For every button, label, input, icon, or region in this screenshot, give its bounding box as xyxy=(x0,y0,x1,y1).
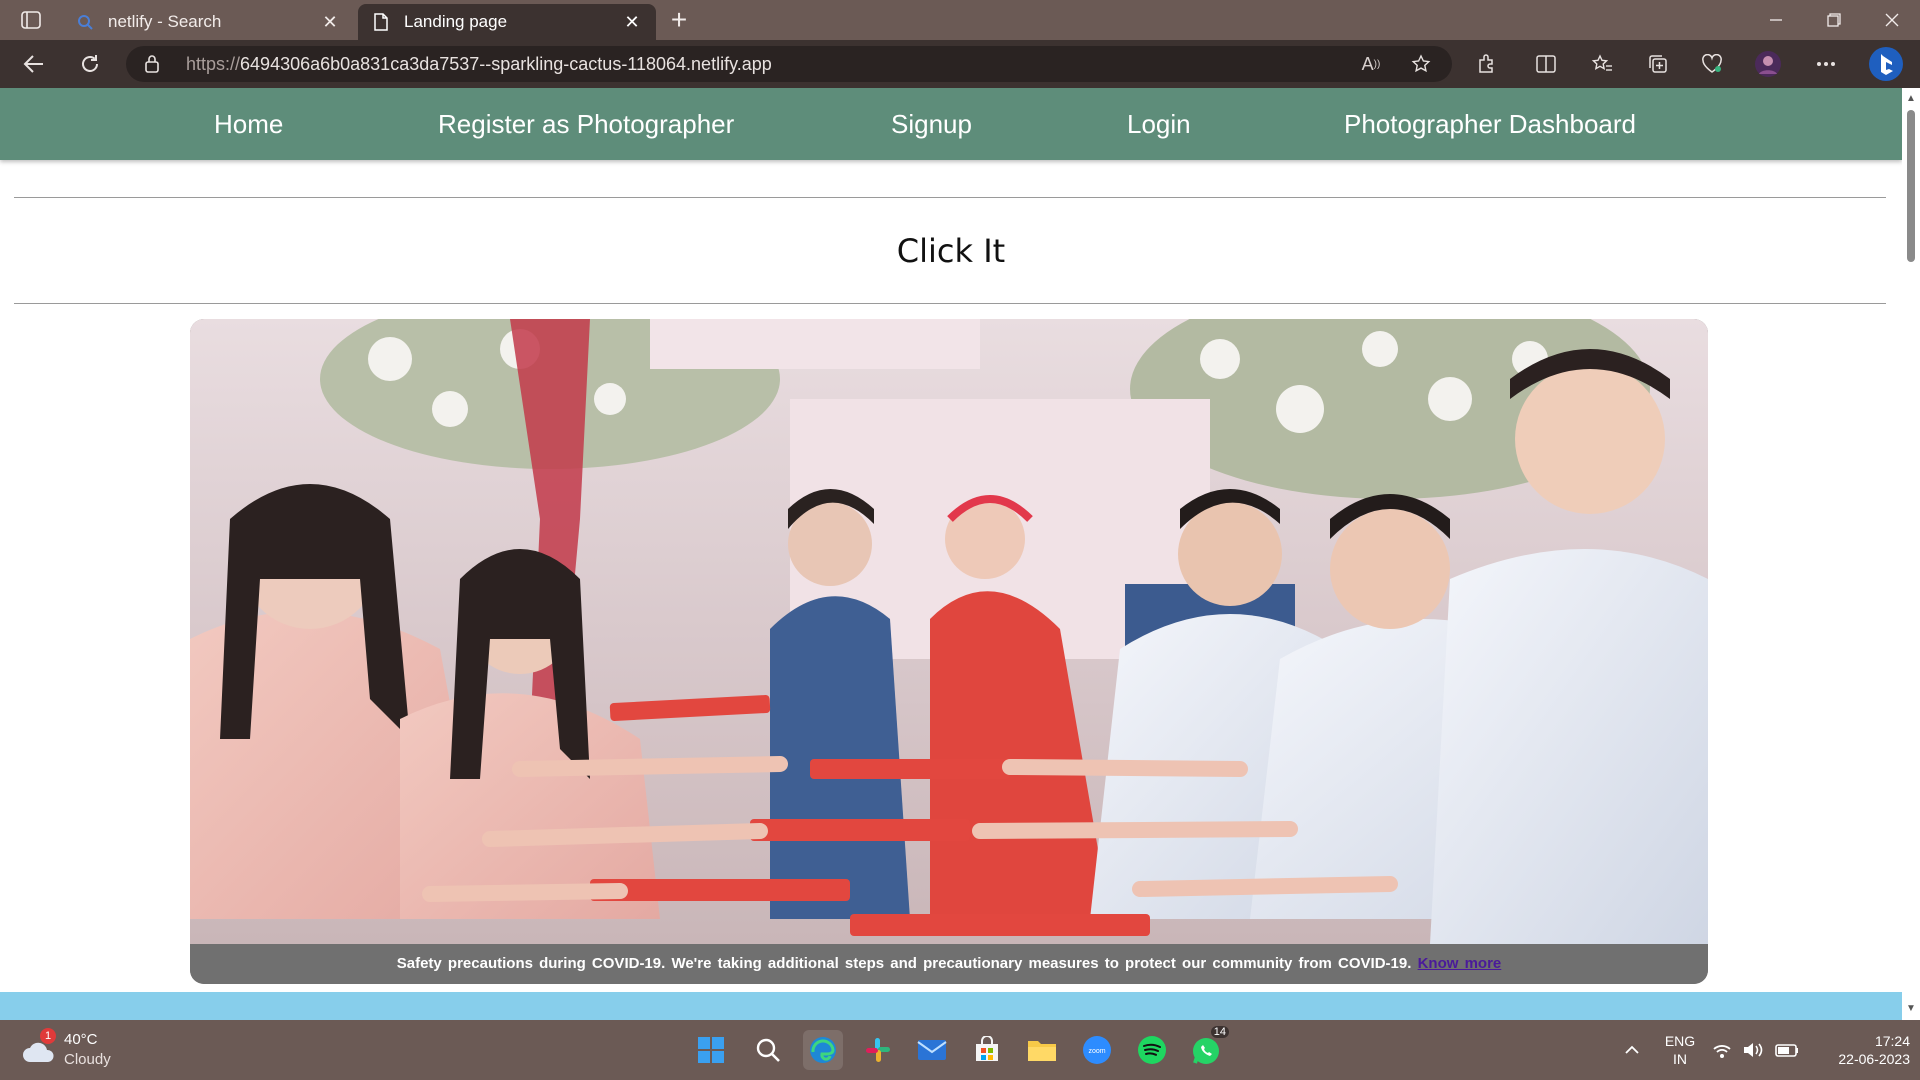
browser-tab-strip: netlify - Search ✕ Landing page ✕ + xyxy=(0,0,1920,40)
split-screen-icon[interactable] xyxy=(1528,46,1564,82)
page-icon xyxy=(372,13,390,31)
clock-date: 22-06-2023 xyxy=(1838,1051,1910,1067)
know-more-link[interactable]: Know more xyxy=(1418,955,1502,972)
windows-taskbar: 1 40°C Cloudy zoom 14 ENG IN 17:24 22-06… xyxy=(0,1020,1920,1080)
scroll-up-icon[interactable]: ▲ xyxy=(1906,94,1916,104)
weather-widget[interactable]: 1 40°C Cloudy xyxy=(18,1028,138,1072)
tab-netlify-search[interactable]: netlify - Search ✕ xyxy=(62,4,354,40)
footer-band xyxy=(0,992,1902,1020)
language-indicator[interactable]: ENG IN xyxy=(1660,1032,1700,1068)
nav-signup[interactable]: Signup xyxy=(891,88,972,160)
clock-time: 17:24 xyxy=(1874,1033,1910,1049)
divider-top xyxy=(14,197,1886,198)
mail-icon[interactable] xyxy=(912,1030,952,1070)
tab-actions-icon[interactable] xyxy=(14,8,48,32)
nav-register-photographer[interactable]: Register as Photographer xyxy=(438,88,734,160)
nav-home[interactable]: Home xyxy=(214,88,283,160)
whatsapp-badge: 14 xyxy=(1210,1026,1229,1038)
address-bar[interactable]: https://6494306a6b0a831ca3da7537--sparkl… xyxy=(126,46,1452,82)
scrollbar-thumb[interactable] xyxy=(1907,110,1915,262)
slack-icon[interactable] xyxy=(858,1030,898,1070)
url-text[interactable]: https://6494306a6b0a831ca3da7537--sparkl… xyxy=(186,54,772,75)
read-aloud-icon[interactable]: A)) xyxy=(1358,51,1384,77)
close-tab-icon[interactable]: ✕ xyxy=(320,12,340,32)
search-icon[interactable] xyxy=(748,1030,788,1070)
language-code: ENG xyxy=(1664,1033,1696,1049)
covid-notice-text: Safety precautions during COVID-19. We'r… xyxy=(396,955,1412,972)
whatsapp-icon[interactable]: 14 xyxy=(1187,1026,1229,1070)
page-viewport: Home Register as Photographer Signup Log… xyxy=(0,88,1902,1020)
close-tab-icon[interactable]: ✕ xyxy=(622,12,642,32)
favorite-star-icon[interactable] xyxy=(1408,51,1434,77)
tab-landing-page[interactable]: Landing page ✕ xyxy=(358,4,656,40)
hero-image-card: Safety precautions during COVID-19. We'r… xyxy=(190,319,1708,984)
refresh-button[interactable] xyxy=(72,46,108,82)
back-button[interactable] xyxy=(16,46,52,82)
spotify-icon[interactable] xyxy=(1132,1030,1172,1070)
file-explorer-icon[interactable] xyxy=(1022,1030,1062,1070)
tab-title: Landing page xyxy=(404,12,508,31)
favorites-icon[interactable] xyxy=(1584,46,1620,82)
weather-temp: 40°C xyxy=(64,1031,98,1048)
page-scrollbar[interactable]: ▲ ▼ xyxy=(1902,88,1920,1020)
zoom-icon[interactable]: zoom xyxy=(1077,1030,1117,1070)
scroll-down-icon[interactable]: ▼ xyxy=(1906,1004,1916,1014)
collections-icon[interactable] xyxy=(1640,46,1676,82)
browser-essentials-icon[interactable] xyxy=(1694,46,1730,82)
extensions-icon[interactable] xyxy=(1468,46,1504,82)
site-navbar: Home Register as Photographer Signup Log… xyxy=(0,88,1902,160)
clock[interactable]: 17:24 22-06-2023 xyxy=(1810,1032,1910,1068)
minimize-button[interactable] xyxy=(1748,0,1804,40)
system-tray-status[interactable] xyxy=(1708,1030,1808,1070)
bing-copilot-icon[interactable] xyxy=(1866,44,1906,84)
restore-button[interactable] xyxy=(1806,0,1862,40)
microsoft-store-icon[interactable] xyxy=(967,1030,1007,1070)
site-brand-title: Click It xyxy=(896,232,1006,270)
edge-browser-icon[interactable] xyxy=(803,1030,843,1070)
weather-condition: Cloudy xyxy=(64,1051,111,1068)
start-button[interactable] xyxy=(691,1030,731,1070)
browser-toolbar: https://6494306a6b0a831ca3da7537--sparkl… xyxy=(0,40,1920,88)
nav-photographer-dashboard[interactable]: Photographer Dashboard xyxy=(1344,88,1636,160)
profile-avatar[interactable] xyxy=(1750,46,1786,82)
divider-bottom xyxy=(14,303,1886,304)
weather-badge: 1 xyxy=(40,1028,56,1044)
new-tab-button[interactable]: + xyxy=(664,6,694,36)
region-code: IN xyxy=(1673,1051,1687,1067)
settings-more-icon[interactable] xyxy=(1808,46,1844,82)
svg-text:zoom: zoom xyxy=(1088,1048,1105,1055)
nav-login[interactable]: Login xyxy=(1127,88,1191,160)
lock-icon[interactable] xyxy=(144,54,160,79)
chevron-up-icon[interactable] xyxy=(1612,1030,1652,1070)
covid-notice-bar: Safety precautions during COVID-19. We'r… xyxy=(190,944,1708,984)
close-window-button[interactable] xyxy=(1864,0,1920,40)
bing-search-icon xyxy=(76,13,94,31)
wedding-photo xyxy=(190,319,1708,944)
tab-title: netlify - Search xyxy=(108,12,222,31)
